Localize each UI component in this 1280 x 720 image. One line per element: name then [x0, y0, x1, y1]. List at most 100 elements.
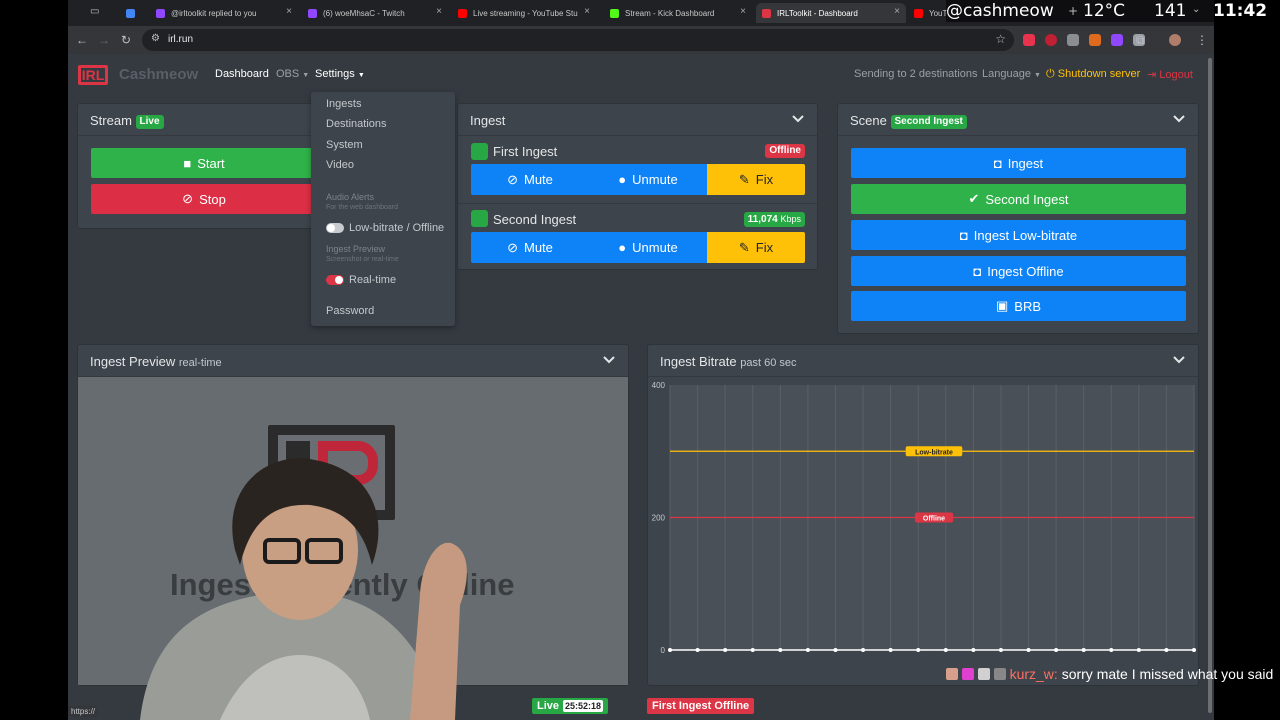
site-info-icon[interactable]: ⚙	[151, 33, 160, 44]
second-ingest-name: Second Ingest	[493, 212, 577, 227]
brand-name[interactable]: Cashmeow	[119, 66, 198, 83]
nav-obs[interactable]: OBS ▼	[276, 68, 309, 80]
url-text: irl.run	[168, 34, 194, 45]
data-point	[750, 648, 755, 652]
reload-icon[interactable]: ↻	[121, 33, 131, 47]
app-navbar: IRL Cashmeow Dashboard OBS ▼ Settings ▼ …	[68, 54, 1214, 96]
ingest-preview-toggle[interactable]	[326, 275, 344, 285]
extension-icon[interactable]	[1045, 34, 1057, 46]
close-icon[interactable]: ×	[894, 6, 900, 17]
kebab-menu-icon[interactable]: ⋮	[1196, 33, 1208, 47]
audio-alerts-heading: Audio Alerts	[326, 192, 375, 202]
menu-item-system[interactable]: System	[326, 139, 363, 151]
puzzle-icon[interactable]: ⧉	[1136, 33, 1145, 48]
nav-settings[interactable]: Settings ▼	[315, 68, 365, 80]
first-ingest-fix-button[interactable]: ✎ Fix	[707, 164, 805, 195]
audio-alerts-label: Low-bitrate / Offline	[349, 222, 445, 234]
first-ingest-unmute-button[interactable]: ● Unmute	[589, 164, 707, 195]
avatar	[946, 668, 958, 680]
chevron-down-icon[interactable]	[1172, 353, 1186, 367]
data-point	[861, 648, 866, 652]
page-scrollbar[interactable]	[1208, 58, 1212, 713]
nav-obs-label: OBS	[276, 68, 300, 80]
video-camera-icon: ■	[183, 155, 192, 171]
stream-card-title: Stream Live	[90, 113, 164, 129]
scene-brb-button[interactable]: ▣ BRB	[851, 291, 1186, 321]
audio-alerts-toggle[interactable]	[326, 223, 344, 233]
data-point	[1026, 648, 1031, 652]
back-icon[interactable]: ←	[76, 33, 88, 47]
stream-card: Stream Live ■ Start ⊘ Stop	[77, 103, 317, 229]
tab-twitch[interactable]: (6) woeMhsaC - Twitch ×	[308, 3, 448, 23]
menu-item-destinations[interactable]: Destinations	[326, 118, 387, 130]
tab-search-icon[interactable]: ▭	[90, 6, 99, 17]
browser-toolbar: ← → ↻ ⚙ irl.run ☆ ⧉ ⋮	[68, 26, 1214, 54]
second-ingest-mute-button[interactable]: ⊘ Mute	[471, 232, 589, 263]
irl-logo: IRL	[78, 65, 108, 85]
close-icon[interactable]: ×	[740, 6, 746, 17]
second-ingest-unmute-button[interactable]: ● Unmute	[589, 232, 707, 263]
chevron-down-icon[interactable]	[1172, 112, 1186, 126]
address-bar[interactable]: ⚙ irl.run ☆	[142, 29, 1014, 51]
destinations-status: Sending to 2 destinations	[854, 68, 978, 80]
scene-ingest-low-bitrate-button[interactable]: ◘ Ingest Low-bitrate	[851, 220, 1186, 250]
ingest-card: Ingest First Ingest Offline ⊘ Mute ● Unmut…	[457, 103, 818, 270]
twitch-icon	[156, 8, 165, 18]
close-icon[interactable]: ×	[584, 6, 590, 17]
divider	[458, 203, 817, 204]
tab-irltoolkit[interactable]: IRLToolkit - Dashboard ×	[756, 3, 906, 23]
nav-dashboard[interactable]: Dashboard	[215, 68, 269, 80]
ingest-preview-header: Ingest Preview real-time	[78, 345, 628, 377]
extension-icon[interactable]	[1089, 34, 1101, 46]
close-icon[interactable]: ×	[286, 6, 292, 17]
language-dropdown[interactable]: Language ▼	[982, 68, 1041, 80]
ingest-preview-heading: Ingest Preview	[326, 244, 386, 254]
tab-calendar[interactable]	[126, 3, 146, 23]
check-icon: ✔	[968, 191, 980, 206]
menu-item-password[interactable]: Password	[326, 305, 374, 317]
ingest-card-title: Ingest	[470, 113, 506, 128]
tab-youtube-studio[interactable]: Live streaming - YouTube Stu ×	[458, 3, 596, 23]
extension-icon[interactable]	[1023, 34, 1035, 46]
data-point	[1136, 648, 1141, 652]
mute-label: Mute	[524, 240, 553, 255]
kick-icon	[610, 8, 619, 18]
settings-dropdown: Ingests Destinations System Video Audio …	[311, 92, 455, 326]
twitch-icon	[308, 8, 317, 18]
tab-label: IRLToolkit - Dashboard	[777, 8, 858, 18]
avatar[interactable]	[1169, 34, 1181, 46]
start-button[interactable]: ■ Start	[91, 148, 317, 178]
forward-icon[interactable]: →	[98, 33, 110, 47]
badge-icon	[977, 668, 990, 680]
robot-icon: ◘	[959, 227, 968, 243]
bookmark-star-icon[interactable]: ☆	[995, 32, 1006, 46]
ingest-bitrate-header: Ingest Bitrate past 60 sec	[648, 345, 1198, 377]
chevron-down-icon[interactable]	[791, 112, 805, 126]
scene-ingest-offline-button[interactable]: ◘ Ingest Offline	[851, 256, 1186, 286]
close-icon[interactable]: ×	[436, 6, 442, 17]
data-point	[668, 648, 672, 652]
scene-ingest-button[interactable]: ◘ Ingest	[851, 148, 1186, 178]
second-ingest-bitrate-badge: 11,074 Kbps	[743, 212, 805, 227]
extension-icon[interactable]	[1111, 34, 1123, 46]
bitrate-value: 11,074	[747, 214, 778, 225]
caret-down-icon: ▼	[1034, 72, 1041, 79]
irltoolkit-icon	[762, 8, 771, 18]
microphone-slash-icon: ⊘	[507, 239, 518, 255]
scene-second-ingest-button[interactable]: ✔ Second Ingest	[851, 184, 1186, 214]
second-ingest-fix-button[interactable]: ✎ Fix	[707, 232, 805, 263]
first-ingest-status-badge: Offline	[765, 144, 805, 158]
menu-item-video[interactable]: Video	[326, 159, 354, 171]
extension-icon[interactable]	[1067, 34, 1079, 46]
shutdown-button[interactable]: ⏻ Shutdown server	[1046, 68, 1140, 81]
unmute-label: Unmute	[632, 172, 678, 187]
logout-button[interactable]: ⇥ Logout	[1147, 68, 1193, 81]
scene-card-header: Scene Second Ingest	[838, 104, 1198, 136]
tab-kick[interactable]: Stream - Kick Dashboard ×	[610, 3, 752, 23]
chevron-down-icon[interactable]	[602, 353, 616, 367]
menu-item-ingests[interactable]: Ingests	[326, 98, 361, 110]
unmute-label: Unmute	[632, 240, 678, 255]
first-ingest-mute-button[interactable]: ⊘ Mute	[471, 164, 589, 195]
stop-button[interactable]: ⊘ Stop	[91, 184, 317, 214]
tab-twitch-notification[interactable]: @irltoolkit replied to you ×	[156, 3, 298, 23]
